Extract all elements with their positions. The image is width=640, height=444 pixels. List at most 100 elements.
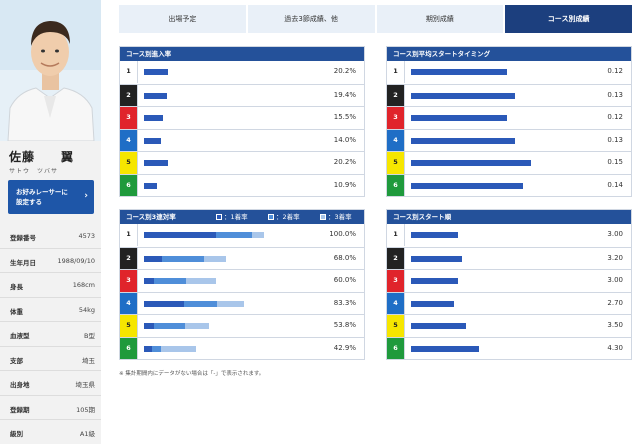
bar-second xyxy=(162,255,204,262)
panel-title: コース別スタート順 xyxy=(387,210,631,224)
favorite-racer-button[interactable]: お好みレーサーに 設定する › xyxy=(8,180,94,214)
course-number: 1 xyxy=(387,61,405,83)
profile-value: B型 xyxy=(84,332,95,340)
course-row: 6 0.14 xyxy=(387,173,631,196)
course-row: 5 0.15 xyxy=(387,151,631,174)
course-number: 2 xyxy=(120,84,138,106)
course-number: 2 xyxy=(120,247,138,269)
panel-title: コース別平均スタートタイミング xyxy=(387,47,631,61)
profile-value: 埼玉県 xyxy=(75,381,96,389)
bar-third xyxy=(184,323,209,329)
bar-third xyxy=(160,345,196,352)
bar-value xyxy=(144,182,158,189)
tab-3[interactable]: コース別成績 xyxy=(505,5,632,33)
value-label: 3.20 xyxy=(607,253,623,262)
bar-value xyxy=(411,160,531,166)
value-label: 10.9% xyxy=(333,180,356,189)
bar-first xyxy=(144,323,154,329)
course-number: 6 xyxy=(120,174,138,196)
course-row: 2 19.4% xyxy=(120,83,364,106)
bar-value xyxy=(411,232,459,238)
value-label: 53.8% xyxy=(333,321,356,329)
bar-second xyxy=(183,300,218,307)
bar-value xyxy=(411,182,523,189)
profile-row: 支部 埼玉 xyxy=(0,347,101,371)
course-number: 5 xyxy=(387,315,405,337)
bar-value xyxy=(144,137,161,144)
footnote: ※ 集計期間内にデータがない場合は「-」で表示されます。 xyxy=(119,371,265,377)
profile-row: 登録番号 4573 xyxy=(0,224,101,249)
value-label: 0.13 xyxy=(607,90,623,99)
bar-value xyxy=(411,278,459,284)
value-label: 14.0% xyxy=(333,135,356,144)
tab-2[interactable]: 期別成績 xyxy=(376,5,506,33)
bar-value xyxy=(144,115,163,121)
bar-value xyxy=(144,69,169,75)
value-label: 60.0% xyxy=(333,276,356,284)
profile-value: 埼玉 xyxy=(82,356,95,365)
chevron-right-icon: › xyxy=(84,191,88,201)
value-label: 0.14 xyxy=(607,180,623,189)
bar-first xyxy=(144,278,154,284)
profile-row: 出身地 埼玉県 xyxy=(0,371,101,396)
bar-value xyxy=(411,255,462,262)
panel-top3-rate: コース別3連対率 ：1着率 ：2着率 ：3着率 1 100.0% 2 68.0% 3 60… xyxy=(119,209,365,360)
profile-label: 級別 xyxy=(10,430,23,438)
tab-1[interactable]: 過去3節成績、他 xyxy=(247,5,377,33)
bar-first xyxy=(144,255,162,262)
profile-value: 168cm xyxy=(72,281,95,289)
racer-name-kana: サトウ ツバサ xyxy=(9,168,59,175)
value-label: 42.9% xyxy=(333,343,356,352)
course-row: 1 100.0% xyxy=(120,224,364,247)
profile-row: 生年月日 1988/09/10 xyxy=(0,249,101,273)
course-number: 4 xyxy=(387,292,405,314)
bar-value xyxy=(411,115,507,121)
course-number: 6 xyxy=(387,337,405,359)
profile-label: 体重 xyxy=(10,307,23,316)
panel-start-order: コース別スタート順 1 3.00 2 3.20 3 3.00 4 2.70 5 3.50 6 4.30 xyxy=(386,209,632,360)
profile-value: A1級 xyxy=(79,430,95,438)
profile-label: 登録番号 xyxy=(10,234,36,242)
profile-label: 生年月日 xyxy=(10,258,36,267)
racer-sidebar: 佐藤 翼 サトウ ツバサ お好みレーサーに 設定する › 登録番号 4573 生年月… xyxy=(0,0,101,444)
bar-value xyxy=(411,69,507,75)
course-row: 4 14.0% xyxy=(120,128,364,151)
profile-row: 登録期 105期 xyxy=(0,396,101,420)
profile-row: 体重 54kg xyxy=(0,298,101,322)
course-number: 6 xyxy=(387,174,405,196)
course-row: 3 60.0% xyxy=(120,269,364,292)
value-label: 3.00 xyxy=(607,230,623,238)
bar-value xyxy=(144,92,168,99)
course-row: 4 83.3% xyxy=(120,291,364,314)
value-label: 2.70 xyxy=(607,298,623,307)
bar-second xyxy=(153,278,186,284)
course-row: 6 4.30 xyxy=(387,336,631,359)
bar-value xyxy=(144,160,169,166)
legend-third: ：3着率 xyxy=(320,210,352,224)
course-row: 5 20.2% xyxy=(120,151,364,174)
value-label: 20.2% xyxy=(333,67,356,75)
panel-entry-rate: コース別進入率 1 20.2% 2 19.4% 3 15.5% 4 14.0% 5 20.2% 6 1… xyxy=(119,46,365,197)
profile-label: 出身地 xyxy=(10,381,30,389)
value-label: 4.30 xyxy=(607,343,623,352)
course-row: 3 15.5% xyxy=(120,106,364,129)
profile-label: 身長 xyxy=(10,283,23,291)
value-label: 15.5% xyxy=(333,113,356,121)
bar-value xyxy=(411,345,479,352)
course-number: 3 xyxy=(387,107,405,129)
course-row: 6 42.9% xyxy=(120,336,364,359)
profile-label: 血液型 xyxy=(10,332,30,340)
profile-value: 4573 xyxy=(78,232,95,240)
tab-0[interactable]: 出場予定 xyxy=(119,5,248,33)
course-row: 1 0.12 xyxy=(387,61,631,84)
profile-label: 支部 xyxy=(10,356,23,365)
value-label: 19.4% xyxy=(333,90,356,99)
course-number: 1 xyxy=(120,224,138,246)
bar-value xyxy=(411,300,454,307)
profile-table: 登録番号 4573 生年月日 1988/09/10 身長 168cm 体重 54kg 血液型 B型… xyxy=(0,224,101,444)
value-label: 3.00 xyxy=(607,276,623,284)
course-row: 5 53.8% xyxy=(120,314,364,337)
profile-value: 54kg xyxy=(78,305,95,314)
course-row: 4 0.13 xyxy=(387,128,631,151)
racer-photo xyxy=(0,0,101,141)
